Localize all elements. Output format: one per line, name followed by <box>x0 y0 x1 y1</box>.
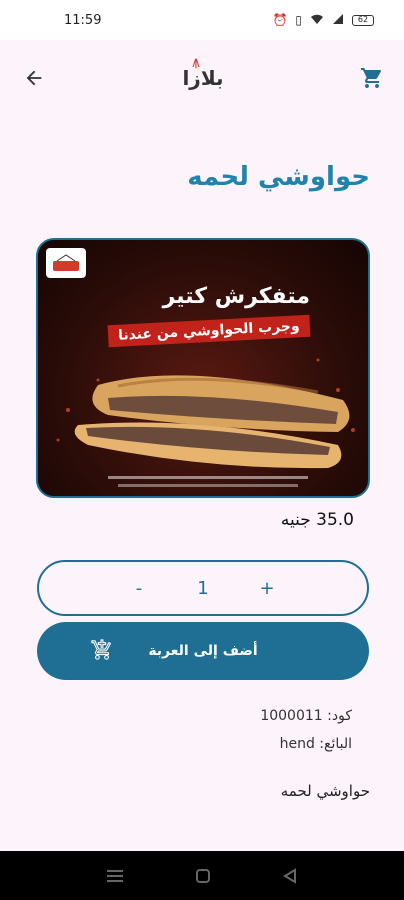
status-time: 11:59 <box>64 12 102 28</box>
back-nav-icon[interactable] <box>282 867 298 884</box>
signal-icon <box>332 13 344 28</box>
battery-level: 62 <box>357 15 369 24</box>
status-icons: ⏰ ▯ 62 <box>272 13 374 28</box>
system-nav-bar <box>0 851 404 900</box>
home-icon[interactable] <box>195 868 211 884</box>
quantity-stepper: - 1 + <box>37 560 369 616</box>
add-to-cart-label: أضف إلى العربة <box>148 643 258 659</box>
product-image: متفكرش كتير وجرب الحواوشي من عندنا <box>36 238 370 498</box>
sandwich-illustration <box>56 358 355 487</box>
product-description: حواوشي لحمه <box>280 782 370 800</box>
cart-button[interactable] <box>358 64 386 92</box>
back-button[interactable] <box>20 64 48 92</box>
add-to-cart-button[interactable]: أضف إلى العربة <box>37 622 369 680</box>
status-bar: 11:59 ⏰ ▯ 62 <box>0 0 404 40</box>
vibrate-icon: ▯ <box>295 13 302 27</box>
decrement-button[interactable]: - <box>127 578 151 599</box>
battery-icon: 62 <box>352 14 374 26</box>
increment-button[interactable]: + <box>255 578 279 599</box>
quantity-value: 1 <box>197 577 209 599</box>
alarm-icon: ⏰ <box>272 13 288 27</box>
recents-icon[interactable] <box>106 868 124 884</box>
cart-icon <box>360 68 381 88</box>
app-logo: /|\ بلازا <box>182 58 224 90</box>
arrow-left-icon <box>26 70 42 86</box>
product-code: كود: 1000011 <box>260 708 352 724</box>
logo-text: بلازا <box>182 66 224 90</box>
wifi-icon <box>310 13 324 28</box>
logo-spark-icon: /|\ <box>192 58 199 69</box>
app-bar: /|\ بلازا <box>0 52 404 104</box>
product-seller: البائع: hend <box>279 736 352 752</box>
product-price: 35.0 جنيه <box>280 510 354 530</box>
product-title: حواوشي لحمه <box>187 162 370 192</box>
add-cart-icon <box>91 639 112 660</box>
